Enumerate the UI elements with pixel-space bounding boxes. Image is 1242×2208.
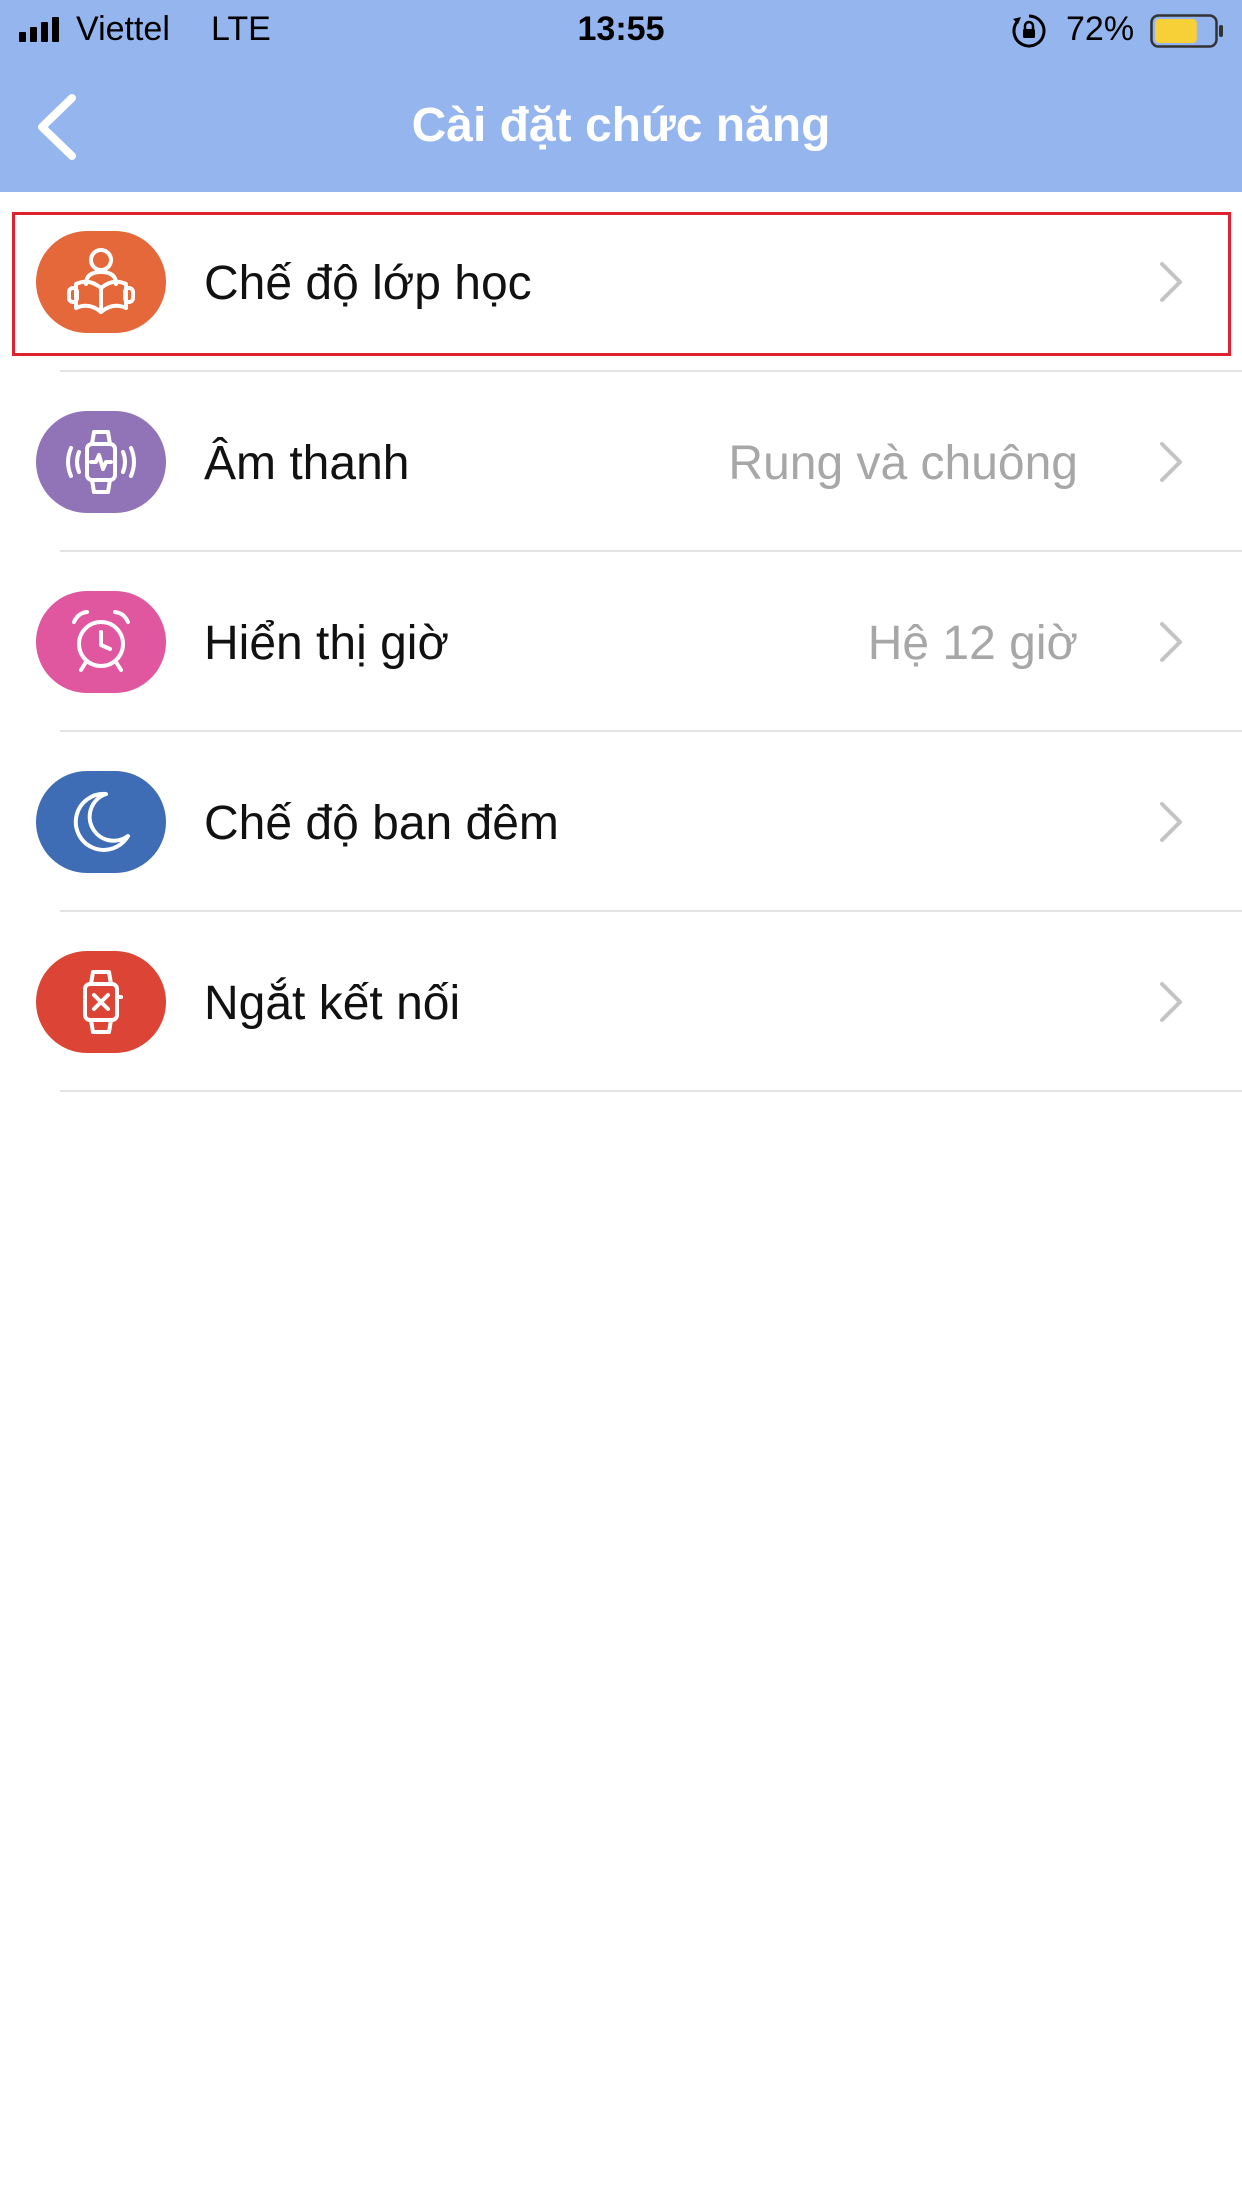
moon-icon [36,771,166,873]
settings-row-label: Chế độ ban đêm [204,797,559,850]
battery-percent: 72% [1066,10,1135,48]
settings-row-time-display[interactable]: Hiển thị giờ Hệ 12 giờ [0,552,1242,732]
settings-row-label: Chế độ lớp học [204,257,532,310]
chevron-right-icon [1160,802,1182,842]
row-divider [60,1090,1242,1092]
chevron-right-icon [1160,982,1182,1022]
settings-row-value: Hệ 12 giờ [867,617,1078,670]
settings-row-disconnect[interactable]: Ngắt kết nối [0,912,1242,1092]
status-time: 13:55 [577,10,665,48]
watch-disconnect-icon [36,951,166,1053]
status-bar: Viettel LTE 13:55 72% [0,0,1242,62]
settings-row-label: Ngắt kết nối [204,977,461,1030]
alarm-clock-icon [36,591,166,693]
rotation-lock-icon [1012,14,1046,48]
battery-icon [1150,14,1223,48]
settings-row-value: Rung và chuông [728,437,1078,490]
settings-row-sound[interactable]: Âm thanh Rung và chuông [0,372,1242,552]
settings-row-label: Âm thanh [204,437,410,490]
chevron-right-icon [1160,262,1182,302]
settings-row-label: Hiển thị giờ [204,617,449,670]
vibrating-watch-icon [36,411,166,513]
header: Viettel LTE 13:55 72% Cài đặt chức năng [0,0,1242,192]
settings-list: Chế độ lớp học Âm thanh Rung và chuông H… [0,192,1242,1092]
settings-row-night-mode[interactable]: Chế độ ban đêm [0,732,1242,912]
chevron-right-icon [1160,622,1182,662]
reading-person-icon [36,231,166,333]
chevron-right-icon [1160,442,1182,482]
nav-bar: Cài đặt chức năng [0,62,1242,192]
settings-row-class-mode[interactable]: Chế độ lớp học [0,192,1242,372]
page-title: Cài đặt chức năng [411,99,831,152]
